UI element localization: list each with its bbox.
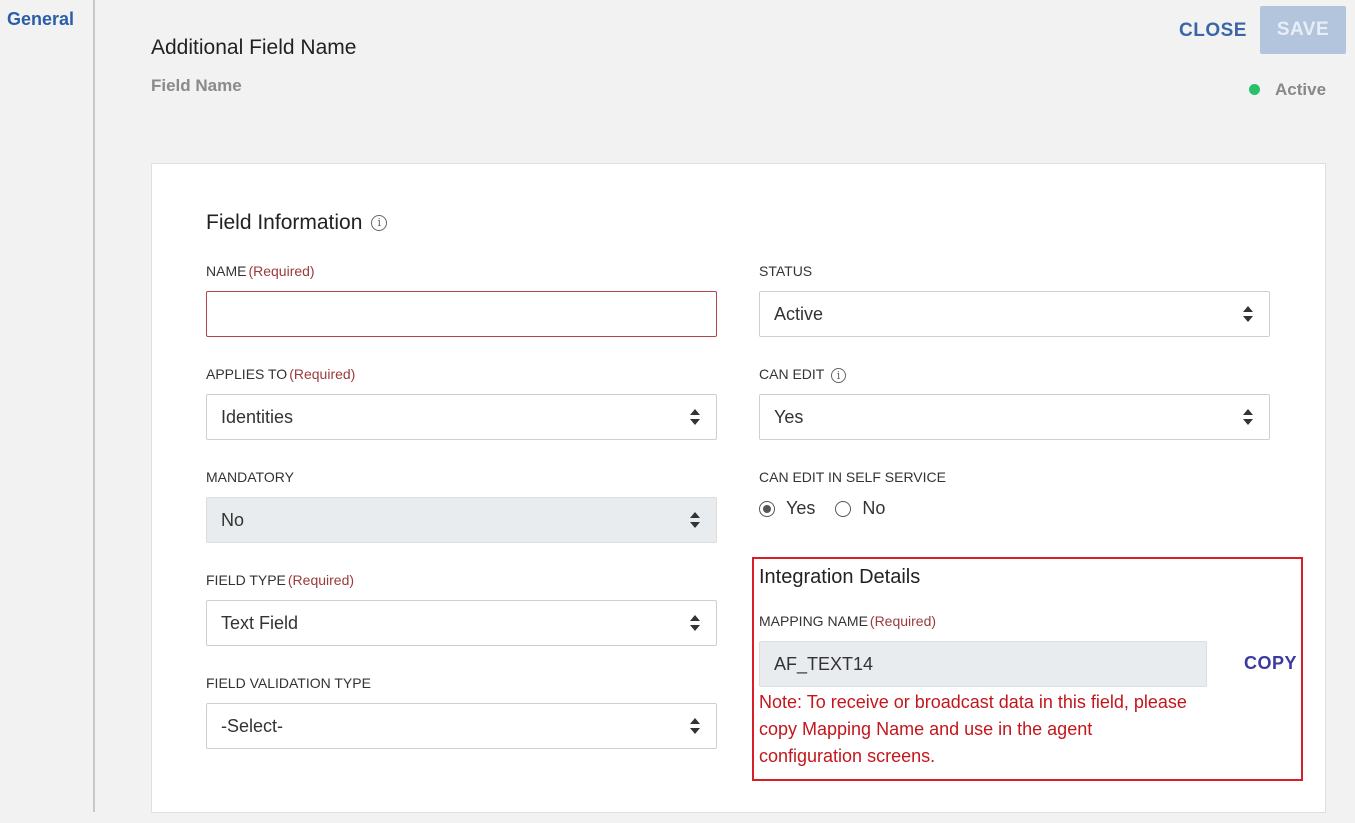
status-dot-icon — [1249, 84, 1260, 95]
sidebar: General — [0, 0, 95, 812]
radio-option-yes[interactable]: Yes — [759, 498, 815, 519]
mapping-name-label: MAPPING NAME (Required) — [759, 613, 936, 629]
info-icon[interactable]: i — [371, 215, 388, 232]
mandatory-select[interactable]: No — [206, 497, 717, 543]
applies-to-label-text: APPLIES TO — [206, 366, 288, 382]
integration-title: Integration Details — [759, 566, 921, 588]
field-type-select-value: Text Field — [221, 612, 299, 633]
radio-yes-label: Yes — [786, 498, 816, 518]
name-label: NAME (Required) — [206, 263, 315, 279]
mapping-name-label-text: MAPPING NAME — [759, 613, 868, 629]
field-type-label-text: FIELD TYPE — [206, 572, 286, 588]
integration-note: Note: To receive or broadcast data in th… — [759, 692, 1187, 766]
field-validation-type-label: FIELD VALIDATION TYPE — [206, 675, 371, 691]
radio-no-label: No — [862, 498, 886, 518]
can-edit-label-text: CAN EDIT — [759, 366, 825, 382]
status-select[interactable]: Active — [759, 291, 1270, 337]
sidebar-item-general[interactable]: General — [7, 9, 74, 30]
applies-to-select[interactable]: Identities — [206, 394, 717, 440]
field-type-select[interactable]: Text Field — [206, 600, 717, 646]
select-arrows-icon — [690, 512, 700, 528]
name-label-text: NAME — [206, 263, 247, 279]
applies-to-select-value: Identities — [221, 406, 294, 427]
status-label: STATUS — [759, 263, 813, 279]
mandatory-label: MANDATORY — [206, 469, 294, 485]
name-input[interactable] — [206, 291, 717, 337]
field-validation-type-select[interactable]: -Select- — [206, 703, 717, 749]
field-validation-type-select-value: -Select- — [221, 715, 284, 736]
select-arrows-icon — [690, 718, 700, 734]
page-subtitle: Field Name — [151, 76, 242, 95]
page-title: Additional Field Name — [151, 36, 357, 59]
mandatory-select-value: No — [221, 509, 245, 530]
field-type-label: FIELD TYPE (Required) — [206, 572, 354, 588]
required-marker: (Required) — [869, 613, 937, 629]
select-arrows-icon — [1243, 409, 1253, 425]
select-arrows-icon — [690, 615, 700, 631]
can-edit-self-service-radio-group: Yes No — [759, 498, 905, 519]
select-arrows-icon — [690, 409, 700, 425]
info-icon[interactable]: i — [830, 367, 846, 383]
radio-no[interactable] — [835, 500, 852, 517]
applies-to-label: APPLIES TO (Required) — [206, 366, 355, 382]
can-edit-select-value: Yes — [774, 406, 804, 427]
status-select-value: Active — [774, 303, 824, 324]
can-edit-select[interactable]: Yes — [759, 394, 1270, 440]
status-badge: Active — [1275, 80, 1327, 99]
can-edit-label: CAN EDIT i — [759, 366, 846, 383]
section-title: Field Information i — [206, 211, 388, 235]
required-marker: (Required) — [287, 572, 355, 588]
copy-button[interactable]: COPY — [1244, 653, 1297, 674]
save-button[interactable]: SAVE — [1260, 6, 1346, 54]
section-title-text: Field Information — [206, 211, 363, 234]
close-button[interactable]: CLOSE — [1170, 8, 1256, 54]
radio-yes[interactable] — [759, 500, 775, 517]
required-marker: (Required) — [248, 263, 315, 279]
select-arrows-icon — [1243, 306, 1253, 322]
required-marker: (Required) — [289, 366, 356, 382]
can-edit-self-service-label: CAN EDIT IN SELF SERVICE — [759, 469, 946, 485]
radio-option-no[interactable]: No — [835, 498, 885, 519]
mapping-name-input[interactable]: AF_TEXT14 — [759, 641, 1207, 687]
